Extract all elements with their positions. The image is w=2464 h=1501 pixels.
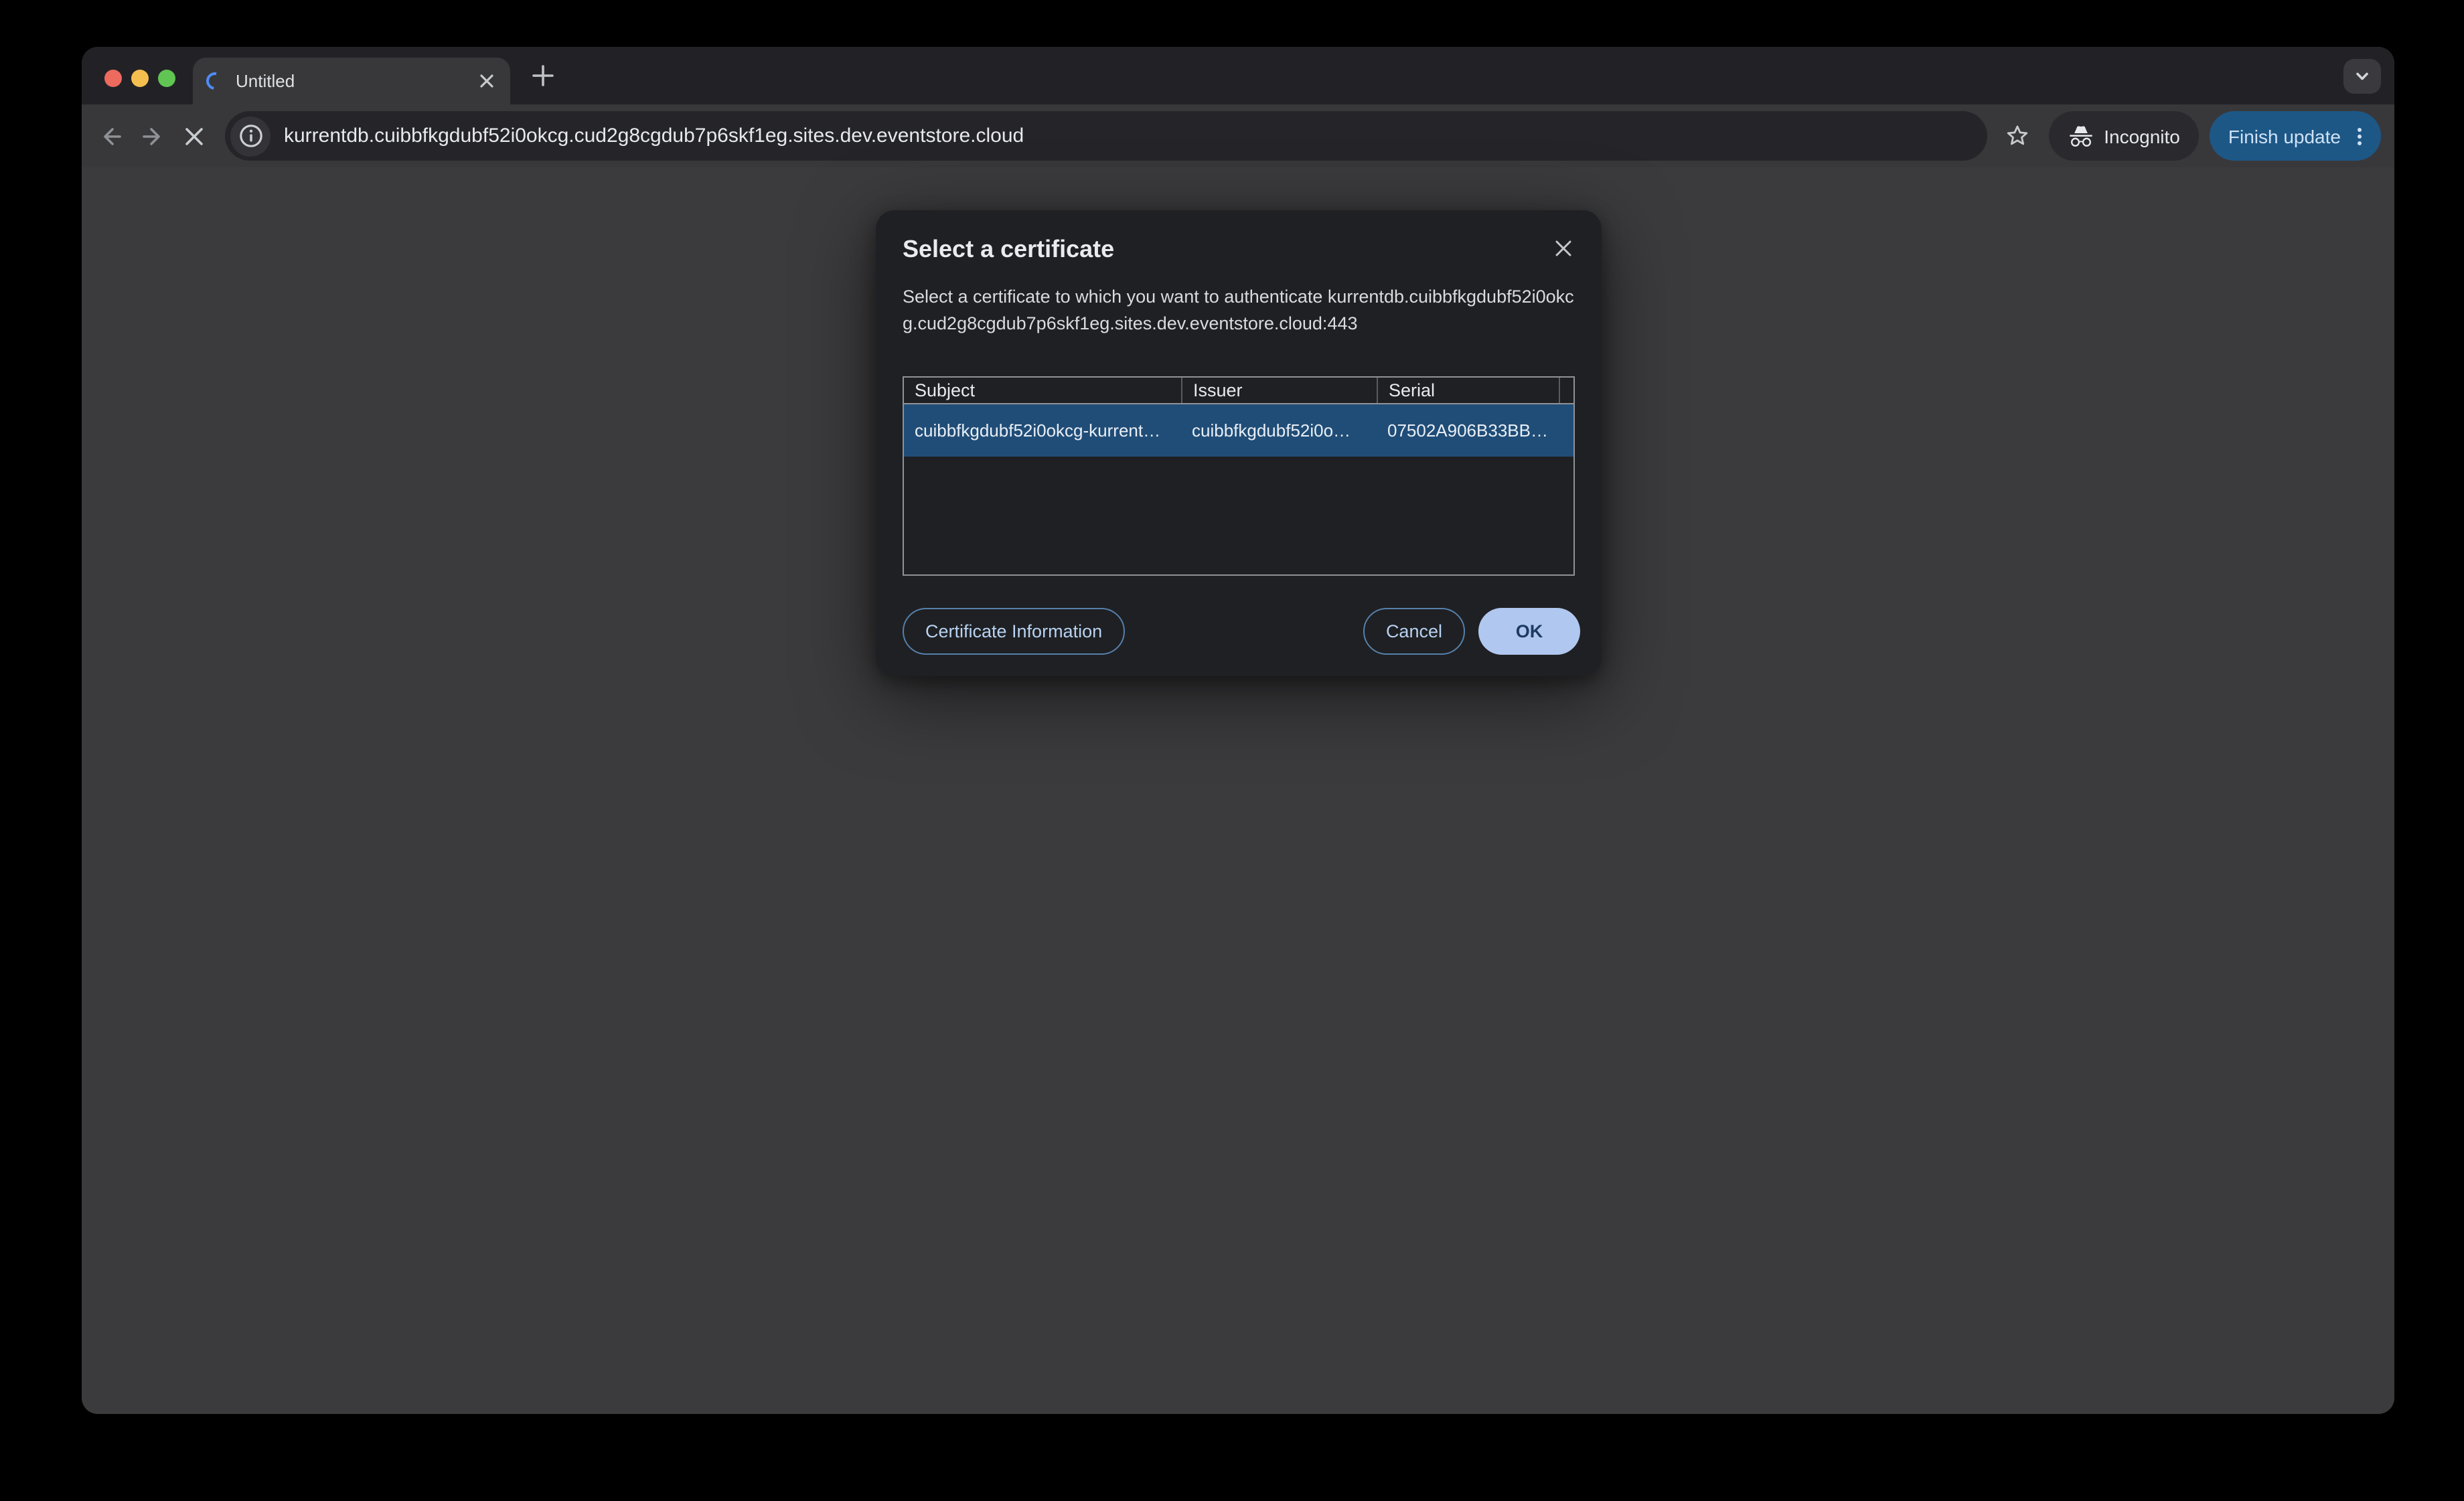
address-bar[interactable]: kurrentdb.cuibbfkgdubf52i0okcg.cud2g8cgd… [225, 111, 1988, 161]
incognito-icon [2070, 125, 2092, 146]
certificate-information-button[interactable]: Certificate Information [903, 608, 1126, 655]
stop-loading-button[interactable] [173, 115, 214, 157]
dialog-description: Select a certificate to which you want t… [903, 284, 1575, 337]
header-gutter-divider [1559, 378, 1560, 403]
tab-strip: Untitled [82, 47, 2394, 104]
certificate-table: Subject Issuer Serial cuibbfkgdubf52i0ok… [903, 376, 1575, 576]
table-header-row: Subject Issuer Serial [904, 378, 1573, 404]
forward-button[interactable] [131, 115, 173, 157]
chevron-down-icon [2356, 72, 2368, 80]
browser-tab[interactable]: Untitled [193, 58, 510, 104]
url-text: kurrentdb.cuibbfkgdubf52i0okcg.cud2g8cgd… [284, 125, 1024, 147]
window-controls [104, 70, 175, 87]
incognito-label: Incognito [2104, 125, 2180, 147]
cell-serial: 07502A906B33BB… [1387, 420, 1548, 441]
dialog-footer: Certificate Information Cancel OK [903, 608, 1580, 655]
browser-window: Untitled kurrentdb.cuibbfkgdubf52i0okcg.… [82, 47, 2394, 1414]
toolbar: kurrentdb.cuibbfkgdubf52i0okcg.cud2g8cgd… [82, 104, 2394, 167]
dialog-title: Select a certificate [903, 236, 1115, 262]
description-text: Select a certificate to which you want t… [903, 287, 1323, 307]
bookmark-star-icon [2006, 125, 2027, 145]
forward-arrow-icon [142, 127, 159, 145]
tab-close-icon[interactable] [477, 71, 497, 91]
column-header-subject: Subject [915, 380, 976, 400]
new-tab-button[interactable] [529, 62, 557, 90]
zoom-window-button[interactable] [158, 70, 175, 87]
column-header-serial: Serial [1377, 378, 1573, 403]
close-window-button[interactable] [104, 70, 122, 87]
stop-loading-icon [185, 127, 202, 145]
bookmark-button[interactable] [1995, 114, 2038, 157]
back-button[interactable] [90, 115, 131, 157]
page-content: Select a certificate Select a certificat… [82, 167, 2394, 1414]
finish-update-label: Finish update [2228, 125, 2341, 147]
finish-update-button[interactable]: Finish update [2209, 111, 2381, 161]
column-header-issuer: Issuer [1181, 378, 1377, 403]
incognito-badge: Incognito [2049, 111, 2199, 161]
ok-button[interactable]: OK [1478, 608, 1580, 655]
cell-subject: cuibbfkgdubf52i0okcg-kurrent… [915, 420, 1161, 441]
back-arrow-icon [103, 127, 121, 145]
minimize-window-button[interactable] [131, 70, 149, 87]
kebab-menu-icon[interactable] [2347, 124, 2372, 148]
loading-spinner-icon [202, 68, 228, 94]
site-info-button[interactable] [230, 116, 271, 156]
site-info-icon [239, 125, 262, 147]
cell-issuer: cuibbfkgdubf52i0o… [1192, 420, 1351, 441]
tab-overflow-button[interactable] [2343, 59, 2381, 94]
screen: Untitled kurrentdb.cuibbfkgdubf52i0okcg.… [0, 0, 2464, 1501]
certificate-row-selected[interactable]: cuibbfkgdubf52i0okcg-kurrent… cuibbfkgdu… [904, 404, 1573, 457]
dialog-close-icon[interactable] [1553, 238, 1573, 258]
certificate-dialog: Select a certificate Select a certificat… [876, 210, 1602, 676]
cancel-button[interactable]: Cancel [1363, 608, 1465, 655]
tab-title: Untitled [236, 71, 295, 91]
